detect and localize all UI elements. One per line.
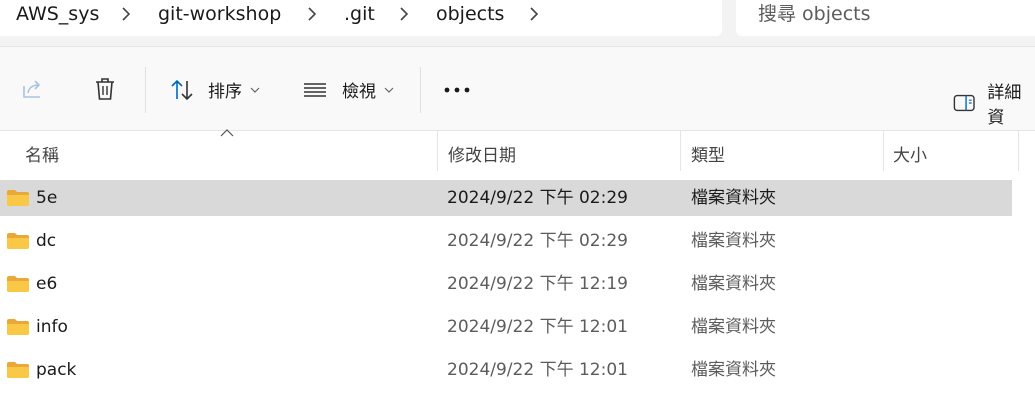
breadcrumb-item-aws-sys[interactable]: AWS_sys: [16, 2, 99, 26]
search-input[interactable]: 搜尋 objects: [736, 0, 1035, 36]
column-size[interactable]: 大小: [893, 141, 927, 166]
folder-icon: [7, 190, 29, 206]
search-placeholder: 搜尋 objects: [758, 3, 871, 25]
chevron-down-icon: [250, 87, 260, 93]
chevron-right-icon[interactable]: [118, 6, 134, 22]
file-name: dc: [36, 231, 57, 251]
more-options-button[interactable]: [444, 87, 472, 93]
column-divider[interactable]: [437, 131, 438, 171]
chevron-right-icon[interactable]: [526, 6, 542, 22]
sort-icon: [171, 79, 193, 100]
view-button[interactable]: 檢視: [302, 77, 394, 102]
folder-icon: [7, 362, 29, 378]
file-name: info: [36, 317, 68, 337]
table-row[interactable]: info 2024/9/22 下午 12:01 檔案資料夾: [0, 309, 1012, 345]
file-type: 檔案資料夾: [691, 231, 776, 251]
details-pane-icon: [953, 94, 975, 112]
share-button[interactable]: [20, 77, 46, 101]
address-bar-area: AWS_sys git-workshop .git objects 搜尋 obj…: [0, 0, 1035, 46]
command-bar: 排序 檢視 詳細資: [0, 46, 1035, 131]
sort-button[interactable]: 排序: [170, 77, 260, 102]
column-header: 名稱 修改日期 類型 大小: [0, 129, 1035, 171]
folder-icon: [7, 276, 29, 292]
table-row[interactable]: 5e 2024/9/22 下午 02:29 檔案資料夾: [0, 180, 1012, 216]
view-list-icon: [304, 82, 326, 97]
file-date: 2024/9/22 下午 12:01: [447, 360, 628, 380]
breadcrumb[interactable]: AWS_sys git-workshop .git objects: [0, 0, 722, 36]
column-divider[interactable]: [680, 131, 681, 171]
trash-icon: [96, 78, 114, 100]
file-type: 檔案資料夾: [691, 360, 776, 380]
sort-ascending-icon: [220, 129, 234, 137]
folder-icon: [7, 319, 29, 335]
view-label: 檢視: [342, 82, 376, 102]
column-divider[interactable]: [883, 131, 884, 171]
more-dots-icon: [444, 87, 470, 93]
details-label: 詳細資: [987, 83, 1022, 128]
breadcrumb-item-git[interactable]: .git: [344, 2, 375, 26]
table-row[interactable]: e6 2024/9/22 下午 12:19 檔案資料夾: [0, 266, 1012, 302]
file-name: pack: [36, 360, 77, 380]
toolbar-separator: [145, 67, 146, 113]
delete-button[interactable]: [92, 76, 118, 102]
column-date[interactable]: 修改日期: [448, 141, 516, 166]
column-name[interactable]: 名稱: [25, 141, 59, 166]
file-type: 檔案資料夾: [691, 188, 776, 208]
breadcrumb-item-objects[interactable]: objects: [436, 2, 504, 26]
details-pane-button[interactable]: 詳細資: [953, 78, 1035, 128]
file-date: 2024/9/22 下午 02:29: [447, 188, 628, 208]
column-divider[interactable]: [1018, 131, 1019, 171]
chevron-down-icon: [384, 87, 394, 93]
table-row[interactable]: dc 2024/9/22 下午 02:29 檔案資料夾: [0, 223, 1012, 259]
breadcrumb-item-git-workshop[interactable]: git-workshop: [158, 2, 281, 26]
share-icon: [23, 80, 41, 98]
sort-label: 排序: [208, 82, 242, 102]
file-date: 2024/9/22 下午 02:29: [447, 231, 628, 251]
chevron-right-icon[interactable]: [396, 6, 412, 22]
toolbar-separator: [420, 67, 421, 113]
folder-icon: [7, 233, 29, 249]
table-row[interactable]: pack 2024/9/22 下午 12:01 檔案資料夾: [0, 352, 1012, 388]
file-type: 檔案資料夾: [691, 274, 776, 294]
file-name: 5e: [36, 188, 58, 208]
column-type[interactable]: 類型: [691, 141, 725, 166]
file-date: 2024/9/22 下午 12:01: [447, 317, 628, 337]
file-date: 2024/9/22 下午 12:19: [447, 274, 628, 294]
chevron-right-icon[interactable]: [304, 6, 320, 22]
file-name: e6: [36, 274, 58, 294]
file-type: 檔案資料夾: [691, 317, 776, 337]
